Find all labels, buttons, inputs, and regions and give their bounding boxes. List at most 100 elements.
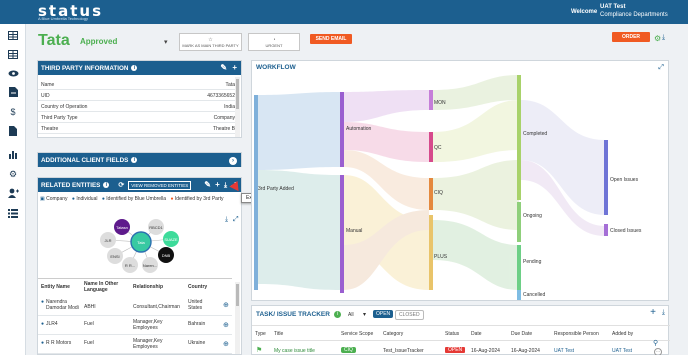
- sankey-node[interactable]: [429, 90, 433, 110]
- top-bar: status A Blue Umbrella Technology Welcom…: [0, 0, 688, 24]
- status-badge: OPEN: [445, 347, 466, 353]
- add-icon[interactable]: ⊕: [223, 340, 229, 348]
- closed-filter-tab[interactable]: CLOSED: [395, 310, 424, 320]
- sankey-node[interactable]: [517, 75, 521, 200]
- user-add-icon[interactable]: [7, 187, 19, 199]
- status-dropdown[interactable]: Approved: [80, 37, 117, 46]
- column-header: Name In Other Language: [84, 281, 119, 293]
- document-icon[interactable]: [7, 125, 19, 137]
- sankey-node[interactable]: [517, 245, 521, 290]
- sankey-node[interactable]: [340, 175, 344, 293]
- dollar-icon[interactable]: $: [7, 106, 19, 118]
- download-icon[interactable]: ⤓: [662, 309, 665, 317]
- user-department: Compliance Departments: [600, 12, 668, 18]
- column-header: Added by: [612, 331, 634, 337]
- sankey-label: Pending: [523, 259, 542, 265]
- sankey-label: Automation: [346, 126, 372, 132]
- user-group-icon: ●: [101, 196, 105, 202]
- info-icon[interactable]: i: [131, 157, 138, 163]
- task-title-link[interactable]: My case issue title: [274, 348, 315, 354]
- expand-icon[interactable]: ⤢: [233, 216, 239, 224]
- gear-icon[interactable]: ⚙: [654, 34, 661, 43]
- more-options-icon[interactable]: ⋯: [654, 348, 662, 355]
- sankey-label: QC: [434, 145, 442, 151]
- task-issue-tracker-panel: TASK/ ISSUE TRACKER i All ▾ OPEN CLOSED …: [251, 305, 670, 355]
- order-button[interactable]: ORDER: [612, 32, 650, 42]
- user-icon: ●: [41, 340, 45, 346]
- eye-icon[interactable]: [7, 67, 19, 79]
- send-email-button[interactable]: SEND EMAIL: [310, 34, 352, 44]
- sankey-label: 3rd Party Added: [258, 186, 294, 192]
- scope-badge: CIQ: [341, 347, 356, 353]
- column-header: Status: [445, 331, 460, 337]
- info-icon[interactable]: i: [334, 311, 341, 318]
- mark-as-main-button[interactable]: ☆ MARK AS MAIN THIRD PARTY: [179, 33, 242, 51]
- download-icon[interactable]: ⤓: [224, 182, 227, 189]
- list-icon[interactable]: [7, 207, 19, 219]
- info-row: Third Party Type Company: [38, 113, 239, 123]
- scrollbar[interactable]: [235, 77, 240, 137]
- added-by-link[interactable]: UAT Test: [612, 348, 632, 354]
- sankey-node[interactable]: [254, 95, 258, 290]
- add-icon[interactable]: ⊕: [223, 321, 229, 329]
- sankey-node[interactable]: [517, 290, 521, 300]
- sankey-label: CIQ: [434, 190, 443, 196]
- sankey-node[interactable]: [340, 92, 344, 167]
- sankey-label: PLUS: [434, 254, 448, 260]
- edit-icon[interactable]: ✎: [204, 180, 211, 189]
- date-cell: 16-Aug-2024: [471, 348, 500, 354]
- column-header: Service Scope: [341, 331, 374, 337]
- table-icon[interactable]: [7, 29, 19, 41]
- chevron-right-icon[interactable]: ›: [229, 157, 237, 165]
- table-row[interactable]: ● R R Motors Fuel Manager,Key Employees …: [38, 337, 232, 354]
- sankey-node[interactable]: [604, 140, 608, 215]
- edit-icon[interactable]: ✎: [220, 63, 227, 72]
- table-row[interactable]: ● Narendra Damodar Modi ABHI Consultant,…: [38, 298, 232, 316]
- add-icon[interactable]: +: [232, 63, 237, 72]
- info-icon[interactable]: i: [131, 65, 138, 71]
- gear-icon[interactable]: ⚙: [7, 168, 19, 180]
- add-icon[interactable]: +: [650, 307, 656, 318]
- user-group-icon: ●: [170, 196, 174, 202]
- status-filter-select[interactable]: All: [348, 312, 354, 318]
- sankey-node[interactable]: [517, 202, 521, 242]
- table-row[interactable]: ● JLR4 Fuel Manager,Key Employees Bahrai…: [38, 318, 232, 335]
- document-edit-icon[interactable]: [7, 86, 19, 98]
- sankey-label: Cancelled: [523, 292, 545, 298]
- open-filter-tab[interactable]: OPEN: [373, 310, 394, 318]
- flag-icon: ⚑: [256, 347, 263, 354]
- additional-client-fields-panel[interactable]: ADDITIONAL CLIENT FIELDS i ›: [37, 152, 242, 167]
- workflow-sankey[interactable]: 3rd Party Added Automation Manual MON QC…: [251, 60, 669, 301]
- table-icon[interactable]: [7, 48, 19, 60]
- add-icon[interactable]: +: [215, 180, 220, 189]
- category-cell: Test_IssueTracker: [383, 348, 424, 354]
- responsible-person-link[interactable]: UAT Test: [554, 348, 574, 354]
- entity-filter-legend: ▣ Company ● Individual ● Identified by B…: [40, 196, 224, 202]
- sankey-label: MON: [434, 100, 446, 106]
- graph-node-label: ENSI: [110, 254, 119, 259]
- sankey-node[interactable]: [604, 224, 608, 236]
- logo-tagline: A Blue Umbrella Technology: [38, 16, 88, 21]
- chevron-down-icon[interactable]: ▾: [164, 38, 168, 46]
- sankey-node[interactable]: [429, 178, 433, 210]
- scrollbar[interactable]: [235, 282, 240, 354]
- download-icon[interactable]: ⤓: [662, 34, 665, 42]
- user-name[interactable]: UAT Test: [600, 4, 625, 10]
- graph-node-label: RBCD1: [149, 225, 163, 230]
- download-icon[interactable]: ⤓: [225, 216, 228, 224]
- info-row: Theatre Theatre B: [38, 124, 239, 134]
- left-nav: $ ⚙: [0, 24, 26, 355]
- sankey-node[interactable]: [429, 215, 433, 290]
- paperclip-icon[interactable]: ⚲: [653, 339, 658, 347]
- info-icon[interactable]: i: [103, 182, 110, 188]
- refresh-icon[interactable]: ⟳: [118, 181, 124, 189]
- urgent-button[interactable]: ◔ URGENT: [248, 33, 300, 51]
- add-icon[interactable]: ⊕: [223, 301, 229, 309]
- sankey-node[interactable]: [429, 132, 433, 162]
- chevron-down-icon[interactable]: ▾: [363, 311, 366, 318]
- chart-icon[interactable]: [7, 148, 19, 160]
- view-removed-entities-button[interactable]: VIEW REMOVED ENTITIES: [128, 180, 192, 190]
- column-header: Entity Name: [41, 284, 70, 290]
- third-party-info-panel: THIRD PARTY INFORMATION i ✎ + Name Tata …: [37, 60, 242, 138]
- entity-graph[interactable]: Tata Tatasn RBCD1 SUAZE JLR ENSI R R... …: [95, 217, 195, 275]
